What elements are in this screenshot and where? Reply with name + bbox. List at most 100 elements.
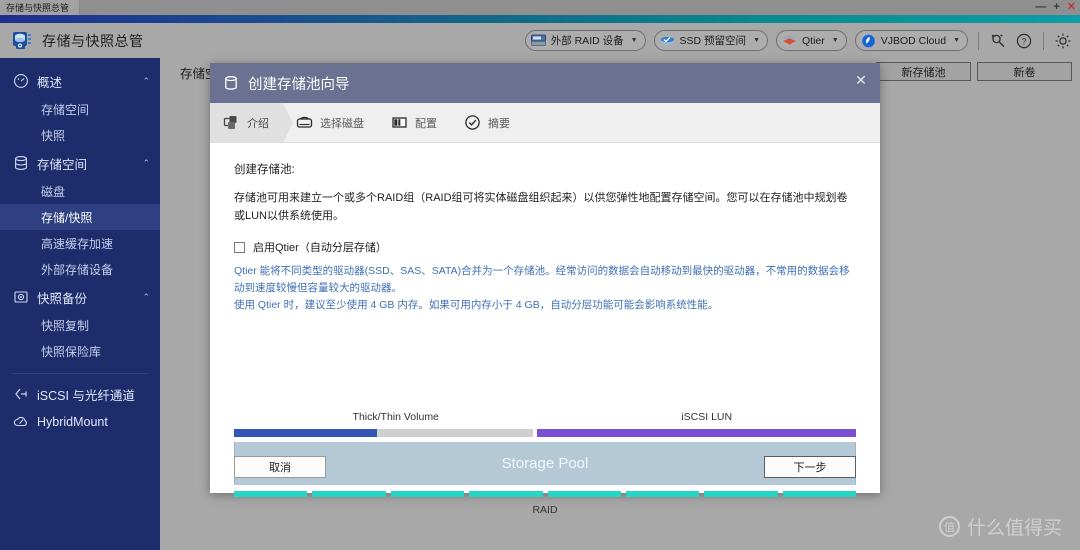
external-raid-icon	[530, 34, 546, 47]
sidebar-item-label: 外部存储设备	[41, 262, 114, 277]
sidebar-group-label: 存储空间	[37, 157, 88, 172]
dashboard-icon	[12, 72, 30, 90]
sidebar-item-label: 快照复制	[41, 318, 90, 333]
vjbod-cloud-button[interactable]: VJBOD Cloud ▼	[854, 30, 968, 51]
sidebar-item-label: 高速缓存加速	[41, 236, 114, 251]
toolbar-divider	[1043, 31, 1044, 50]
diagram-label-volume: Thick/Thin Volume	[352, 411, 439, 423]
new-volume-button[interactable]: 新卷	[977, 62, 1072, 81]
wizard-step-intro[interactable]: 介绍	[210, 102, 293, 143]
intro-icon	[222, 114, 240, 132]
storage-pool-cylinder-icon	[222, 74, 240, 92]
wizard-step-select-disks[interactable]: 选择磁盘	[283, 103, 378, 143]
sidebar-item-iscsi-fibre-channel[interactable]: iSCSI 与光纤通道	[0, 380, 160, 408]
help-icon[interactable]: ?	[1015, 32, 1033, 50]
sidebar-item-snapshot-replica[interactable]: 快照复制	[0, 312, 160, 338]
settings-gear-icon[interactable]	[1054, 32, 1072, 50]
sidebar-item-storage-snapshots[interactable]: 存储/快照	[0, 204, 160, 230]
qtier-button[interactable]: Qtier ▼	[776, 30, 847, 51]
select-disks-icon	[295, 114, 313, 132]
sidebar-item-label: 存储空间	[41, 102, 90, 117]
sidebar-item-disks[interactable]: 磁盘	[0, 178, 160, 204]
enable-qtier-checkbox-row[interactable]: 启用Qtier（自动分层存储）	[234, 239, 856, 255]
summary-check-icon	[463, 114, 481, 132]
chevron-down-icon: ▼	[630, 37, 638, 44]
sidebar-group-snapshot-backup[interactable]: 快照备份 ⌃	[0, 282, 160, 312]
external-raid-label: 外部 RAID 设备	[550, 35, 624, 47]
toolbar-divider	[978, 31, 979, 50]
search-wand-icon[interactable]	[989, 32, 1007, 50]
window-tab[interactable]: 存储与快照总管	[0, 0, 81, 15]
sidebar-item-label: 存储/快照	[41, 210, 93, 225]
external-raid-button[interactable]: 外部 RAID 设备 ▼	[524, 30, 646, 51]
ssd-overprovisioning-label: SSD 预留空间	[679, 35, 747, 47]
svg-text:?: ?	[1021, 36, 1026, 46]
window-controls: — + ✕	[1035, 0, 1076, 15]
minimize-icon[interactable]: —	[1035, 2, 1046, 13]
sidebar-group-storage[interactable]: 存储空间 ⌃	[0, 148, 160, 178]
chevron-down-icon: ▼	[753, 37, 760, 44]
diagram-bars	[234, 429, 856, 437]
close-icon[interactable]: ✕	[1067, 2, 1076, 13]
new-volume-label: 新卷	[1013, 66, 1036, 79]
ssd-overprovisioning-button[interactable]: SSD 预留空间 ▼	[653, 30, 768, 51]
chevron-up-icon: ⌃	[142, 75, 150, 86]
sidebar-divider	[12, 373, 148, 374]
sidebar-item-label: 磁盘	[41, 184, 66, 199]
sidebar-item-cache-acceleration[interactable]: 高速缓存加速	[0, 230, 160, 256]
configure-icon	[390, 114, 408, 132]
sidebar-item-label: 快照保险库	[41, 344, 102, 359]
qtier-note-line-1: Qtier 能将不同类型的驱动器(SSD、SAS、SATA)合并为一个存储池。经…	[234, 265, 850, 295]
new-storage-pool-label: 新存储池	[901, 66, 946, 79]
sidebar-group-overview[interactable]: 概述 ⌃	[0, 66, 160, 96]
cancel-label: 取消	[269, 462, 291, 474]
cancel-button[interactable]: 取消	[234, 456, 326, 478]
wizard-step-label: 配置	[415, 117, 437, 130]
sidebar-item-snapshot-vault[interactable]: 快照保险库	[0, 338, 160, 364]
sidebar-item-external-storage[interactable]: 外部存储设备	[0, 256, 160, 282]
watermark-text: 什么值得买	[966, 518, 1062, 539]
wizard-step-label: 选择磁盘	[320, 117, 364, 130]
sidebar-group-label: 快照备份	[37, 291, 88, 306]
vjbod-cloud-icon	[861, 34, 876, 48]
iscsi-fibre-channel-icon	[12, 385, 30, 403]
dialog-body: 创建存储池: 存储池可用来建立一个或多个RAID组（RAID组可将实体磁盘组织起…	[210, 143, 880, 516]
wizard-step-summary[interactable]: 摘要	[451, 103, 524, 143]
dialog-header: 创建存储池向导 ✕	[210, 63, 880, 103]
page-title: 存储与快照总管	[42, 32, 144, 49]
storage-icon	[12, 154, 30, 172]
sidebar-group-label: 概述	[37, 75, 63, 90]
diagram-labels: Thick/Thin Volume iSCSI LUN	[234, 411, 856, 423]
main-area: 存储空 新存储池 新卷 创建存储池向导 ✕ 介绍 选择磁盘 配置 摘要 创建存储…	[160, 58, 1080, 550]
dialog-footer: 取消 下一步	[210, 441, 880, 493]
wizard-step-label: 摘要	[488, 117, 510, 130]
maximize-icon[interactable]: +	[1053, 2, 1059, 13]
dialog-close-icon[interactable]: ✕	[852, 71, 870, 89]
hybridmount-icon	[12, 413, 30, 431]
next-button[interactable]: 下一步	[764, 456, 856, 478]
sidebar-item-hybridmount[interactable]: HybridMount	[0, 408, 160, 436]
accent-gradient-strip	[0, 15, 1080, 23]
body-paragraph: 存储池可用来建立一个或多个RAID组（RAID组可将实体磁盘组织起来）以供您弹性…	[234, 192, 848, 223]
ssd-overprovisioning-icon	[660, 34, 675, 47]
next-label: 下一步	[793, 462, 827, 474]
volume-bar	[234, 429, 533, 437]
chevron-up-icon: ⌃	[142, 291, 150, 302]
snapshot-backup-icon	[12, 288, 30, 306]
chevron-down-icon: ▼	[953, 37, 960, 44]
wizard-step-label: 介绍	[247, 117, 269, 130]
wizard-step-configure[interactable]: 配置	[378, 103, 451, 143]
wizard-steps: 介绍 选择磁盘 配置 摘要	[210, 102, 880, 143]
volume-bar-fill	[234, 429, 378, 437]
chevron-up-icon: ⌃	[142, 157, 150, 168]
new-storage-pool-button[interactable]: 新存储池	[876, 62, 971, 81]
qtier-note-line-2: 使用 Qtier 时，建议至少使用 4 GB 内存。如果可用内存小于 4 GB，…	[234, 299, 719, 312]
qtier-icon	[782, 34, 797, 47]
main-action-buttons: 新存储池 新卷	[876, 62, 1072, 81]
enable-qtier-checkbox[interactable]	[234, 241, 245, 253]
dialog-title: 创建存储池向导	[248, 76, 350, 93]
sidebar-item-storage-space[interactable]: 存储空间	[0, 96, 160, 122]
sidebar-item-label: iSCSI 与光纤通道	[37, 388, 135, 403]
sidebar-item-snapshot[interactable]: 快照	[0, 122, 160, 148]
diagram-label-lun: iSCSI LUN	[681, 411, 733, 423]
